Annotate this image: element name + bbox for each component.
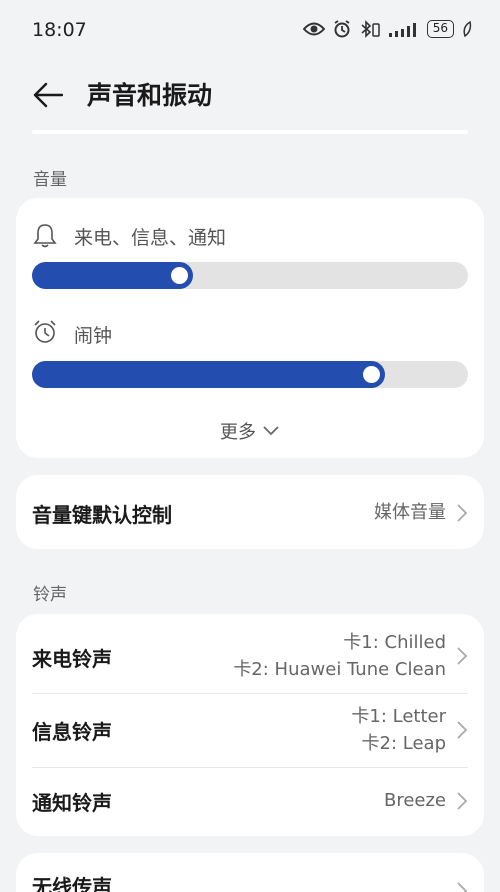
battery-indicator: 56 — [426, 20, 454, 38]
ringtone-section-label: 铃声 — [33, 585, 67, 605]
slider-handle[interactable] — [171, 267, 188, 284]
alarm-status-icon — [334, 20, 350, 38]
charging-leaf-icon — [463, 21, 472, 37]
volume-key-value: 媒体音量 — [374, 502, 446, 523]
notification-ringtone-row[interactable]: 通知铃声 Breeze — [16, 768, 484, 836]
slider-handle[interactable] — [363, 366, 380, 383]
back-arrow-icon — [33, 82, 63, 108]
chevron-right-icon — [457, 792, 468, 810]
top-divider — [32, 130, 468, 134]
volume-key-row[interactable]: 音量键默认控制 媒体音量 — [16, 475, 484, 549]
alarm-volume-slider[interactable] — [32, 361, 468, 388]
bluetooth-battery-icon — [361, 20, 380, 38]
message-ringtone-sim2: 卡2: Leap — [361, 733, 446, 754]
bell-icon — [33, 224, 57, 248]
more-label: 更多 — [220, 422, 256, 443]
message-ringtone-title: 信息铃声 — [32, 720, 112, 744]
chevron-down-icon — [263, 426, 279, 436]
back-button[interactable] — [30, 78, 66, 112]
call-ringtone-sim2: 卡2: Huawei Tune Clean — [233, 659, 446, 680]
chevron-right-icon — [457, 882, 468, 892]
signal-icon — [388, 23, 416, 37]
volume-card: 来电、信息、通知 闹钟 更多 — [16, 198, 484, 458]
alarm-clock-icon — [34, 320, 56, 343]
notification-ringtone-title: 通知铃声 — [32, 791, 112, 815]
page-title: 声音和振动 — [87, 81, 213, 110]
more-button[interactable]: 更多 — [16, 418, 484, 444]
slider-fill — [32, 361, 385, 388]
alarm-volume-label: 闹钟 — [74, 325, 113, 347]
slider-fill — [32, 262, 193, 289]
wireless-sound-title: 无线传声 — [32, 875, 112, 892]
volume-section-label: 音量 — [33, 170, 67, 190]
message-ringtone-sim1: 卡1: Letter — [351, 706, 446, 727]
status-bar: 18:07 56 — [0, 0, 500, 62]
call-ringtone-row[interactable]: 来电铃声 卡1: Chilled 卡2: Huawei Tune Clean — [16, 614, 484, 693]
chevron-right-icon — [457, 647, 468, 665]
call-ringtone-title: 来电铃声 — [32, 647, 112, 671]
wireless-sound-row[interactable]: 无线传声 — [16, 853, 484, 892]
eye-icon — [302, 22, 325, 36]
status-time: 18:07 — [32, 19, 87, 41]
status-icons: 56 — [302, 20, 472, 38]
ringtone-volume-slider[interactable] — [32, 262, 468, 289]
chevron-right-icon — [457, 504, 468, 522]
message-ringtone-value: 卡1: Letter 卡2: Leap — [351, 703, 446, 757]
header: 声音和振动 — [0, 62, 500, 126]
call-ringtone-value: 卡1: Chilled 卡2: Huawei Tune Clean — [233, 629, 446, 683]
chevron-right-icon — [457, 721, 468, 739]
message-ringtone-row[interactable]: 信息铃声 卡1: Letter 卡2: Leap — [16, 694, 484, 767]
notification-ringtone-value: Breeze — [383, 790, 446, 811]
ringtone-volume-label: 来电、信息、通知 — [74, 227, 227, 249]
call-ringtone-sim1: 卡1: Chilled — [343, 632, 446, 653]
ringtone-card: 来电铃声 卡1: Chilled 卡2: Huawei Tune Clean 信… — [16, 614, 484, 836]
volume-key-title: 音量键默认控制 — [32, 503, 172, 527]
